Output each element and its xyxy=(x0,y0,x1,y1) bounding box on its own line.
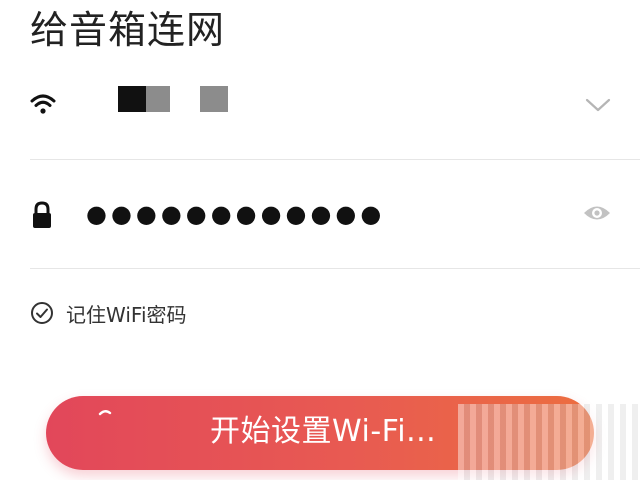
password-input[interactable]: ●●●●●●●●●●●● xyxy=(86,198,385,230)
chevron-down-icon[interactable] xyxy=(585,96,611,114)
wifi-ssid xyxy=(118,84,228,114)
check-circle-icon[interactable] xyxy=(30,301,54,325)
ssid-mask-block xyxy=(146,86,170,112)
watermark xyxy=(458,404,640,480)
lock-icon xyxy=(33,201,51,228)
page-title: 给音箱连网 xyxy=(30,8,226,52)
remember-password-label: 记住WiFi密码 xyxy=(66,302,187,327)
start-button-label: 开始设置Wi-Fi... xyxy=(210,414,437,449)
remember-password-checkbox[interactable]: 记住WiFi密码 xyxy=(30,298,187,328)
loading-spinner-icon xyxy=(98,410,112,416)
password-field[interactable]: ●●●●●●●●●●●● xyxy=(30,188,640,244)
ssid-mask-block xyxy=(200,86,228,112)
wifi-icon xyxy=(30,94,56,114)
wifi-setup-page: 给音箱连网 ●●●●●●●●●●●● 记住WiFi密码 开始设置Wi-Fi... xyxy=(0,0,640,480)
ssid-mask-block xyxy=(118,86,146,112)
ssid-mask-block xyxy=(170,86,200,112)
divider xyxy=(30,268,640,269)
eye-icon[interactable] xyxy=(582,202,612,224)
wifi-network-selector[interactable] xyxy=(30,76,640,134)
divider xyxy=(30,159,640,160)
